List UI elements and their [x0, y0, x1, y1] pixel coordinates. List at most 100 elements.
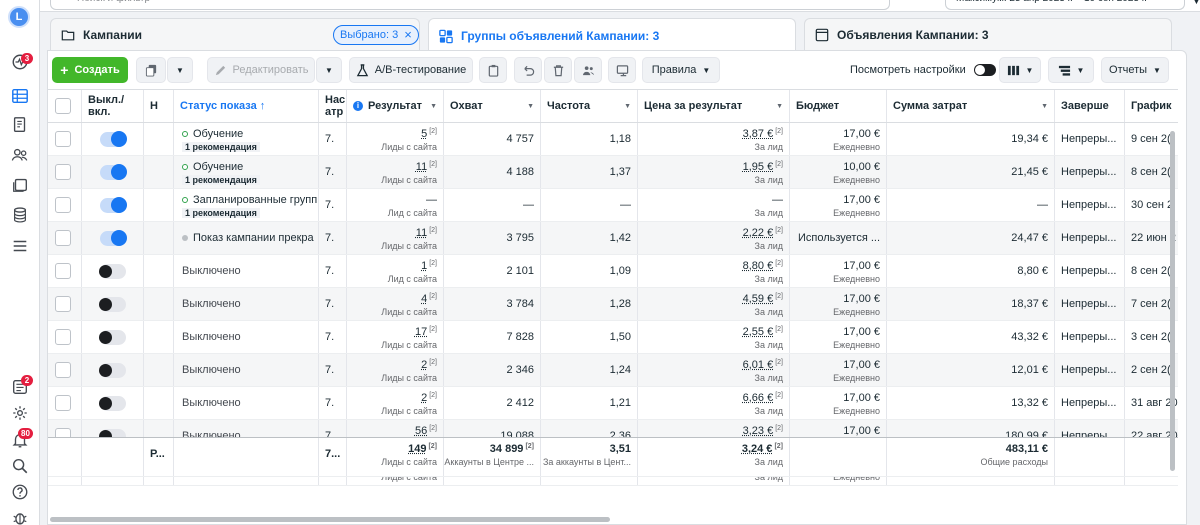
cost-per-result[interactable]: 4,59 € [2] — [743, 293, 783, 305]
columns-button[interactable]: ▼ — [999, 57, 1041, 83]
column-header-attribution[interactable]: Нас атр — [319, 90, 347, 122]
result[interactable]: 11 [2] — [416, 227, 437, 239]
adset-toggle-switch[interactable] — [100, 197, 127, 213]
result[interactable]: 2 [2] — [421, 359, 437, 371]
table-row[interactable]: Запланированные групп 1 рекомендация 7. — Ли… — [48, 189, 1178, 222]
recommendation-badge[interactable]: 1 рекомендация — [182, 142, 260, 152]
column-header-schedule[interactable]: График — [1125, 90, 1178, 122]
table-row[interactable]: Выключено 7. 17 [2] Лиды с сайта 7 828 1,50 2,5… — [48, 321, 1178, 354]
row-checkbox[interactable] — [55, 263, 71, 279]
edit-button[interactable]: Редактировать — [207, 57, 315, 83]
table-row[interactable]: Выключено 7. 1 [2] Лид с сайта 2 101 1,09 8,80 … — [48, 255, 1178, 288]
rules-dropdown[interactable]: Правила ▼ — [642, 57, 720, 83]
edit-dropdown[interactable]: ▼ — [316, 57, 342, 83]
close-icon[interactable]: × — [404, 28, 412, 41]
selected-filter-chip[interactable]: Выбрано: 3 × — [333, 25, 419, 45]
column-header-budget[interactable]: Бюджет — [790, 90, 887, 122]
table-row[interactable]: Обучение 1 рекомендация 7. 5 [2] Лиды с сайта… — [48, 123, 1178, 156]
vertical-scrollbar[interactable] — [1170, 131, 1175, 471]
row-checkbox[interactable] — [55, 296, 71, 312]
view-settings-switch[interactable] — [973, 64, 996, 76]
search-input[interactable]: Поиск и фильтр — [50, 0, 890, 10]
result[interactable]: 2 [2] — [421, 392, 437, 404]
column-header-name[interactable]: Н — [144, 90, 174, 122]
ab-test-button[interactable]: A/B-тестирование — [349, 57, 473, 83]
cost-per-result[interactable]: 1,95 € [2] — [743, 161, 783, 173]
budget-value[interactable]: 17,00 € — [843, 392, 880, 404]
horizontal-scrollbar[interactable] — [50, 517, 610, 522]
budget-value[interactable]: 17,00 € — [843, 194, 880, 206]
bug-report-icon[interactable] — [10, 508, 30, 525]
catalog-icon[interactable] — [10, 175, 30, 195]
column-header-cost-per-result[interactable]: Цена за результат ▼ — [638, 90, 790, 122]
result[interactable]: 5[2] — [421, 128, 437, 140]
create-button[interactable]: + Создать — [52, 57, 128, 83]
reports-dropdown[interactable]: Отчеты ▼ — [1101, 57, 1169, 83]
budget-value[interactable]: 17,00 € — [843, 425, 880, 437]
column-header-reach[interactable]: Охват ▼ — [444, 90, 541, 122]
date-range-picker[interactable]: Максимум: 25 апр 2023 г. – 10 сен 2023 г… — [945, 0, 1185, 10]
row-checkbox[interactable] — [55, 164, 71, 180]
clipboard-button[interactable] — [479, 57, 507, 83]
date-range-chevron-icon[interactable]: ▼ — [1192, 0, 1200, 6]
preview-button[interactable] — [608, 57, 636, 83]
breakdown-button[interactable]: ▼ — [1048, 57, 1094, 83]
budget-value[interactable]: 17,00 € — [843, 293, 880, 305]
delete-button[interactable] — [544, 57, 572, 83]
budget-value[interactable]: 10,00 € — [843, 161, 880, 173]
row-checkbox[interactable] — [55, 395, 71, 411]
audience-button[interactable] — [574, 57, 602, 83]
adset-toggle-switch[interactable] — [100, 164, 127, 180]
table-row[interactable]: Показ кампании прекра 7. 11 [2] Лиды с сайта… — [48, 222, 1178, 255]
row-checkbox[interactable] — [55, 362, 71, 378]
column-header-status[interactable]: Статус показа ↑ — [174, 90, 319, 122]
tab-adsets[interactable]: Группы объявлений Кампании: 3 — [428, 18, 796, 52]
column-header-spend[interactable]: Сумма затрат ▼ — [887, 90, 1055, 122]
cost-per-result[interactable]: 6,01 € [2] — [743, 359, 783, 371]
audience-icon[interactable] — [10, 145, 30, 165]
cost-per-result[interactable]: 8,80 € [2] — [743, 260, 783, 272]
row-checkbox[interactable] — [55, 230, 71, 246]
settings-gear-icon[interactable] — [10, 403, 30, 423]
view-settings-toggle[interactable]: Посмотреть настройки — [850, 57, 996, 83]
result[interactable]: 4 [2] — [421, 293, 437, 305]
adset-toggle-switch[interactable] — [99, 363, 126, 378]
tab-ads[interactable]: Объявления Кампании: 3 — [804, 18, 1172, 50]
help-icon[interactable] — [10, 482, 30, 502]
avatar[interactable]: L — [8, 6, 30, 28]
duplicate-dropdown[interactable]: ▼ — [167, 57, 193, 83]
recommendation-badge[interactable]: 1 рекомендация — [182, 208, 260, 218]
cost-per-result[interactable]: 2,55 € [2] — [743, 326, 783, 338]
budget-value[interactable]: 17,00 € — [843, 128, 880, 140]
menu-icon[interactable] — [10, 236, 30, 256]
adset-toggle-switch[interactable] — [99, 297, 126, 312]
column-header-end[interactable]: Заверше — [1055, 90, 1125, 122]
tab-campaigns[interactable]: Кампании Выбрано: 3 × — [50, 18, 420, 50]
adset-toggle-switch[interactable] — [99, 264, 126, 279]
duplicate-button[interactable] — [136, 57, 166, 83]
table-view-icon[interactable] — [10, 86, 30, 106]
adset-toggle-switch[interactable] — [100, 230, 127, 246]
cost-per-result[interactable]: 3,23 € [2] — [743, 425, 783, 437]
row-checkbox[interactable] — [55, 131, 71, 147]
cost-per-result[interactable]: 2,22 € [2] — [743, 227, 783, 239]
adset-toggle-switch[interactable] — [99, 396, 126, 411]
row-checkbox[interactable] — [55, 197, 71, 213]
adset-toggle-switch[interactable] — [100, 131, 127, 147]
cost-per-result[interactable]: 6,66 € [2] — [743, 392, 783, 404]
adset-toggle-switch[interactable] — [99, 330, 126, 345]
cost-per-result[interactable]: 3,87 € [2] — [743, 128, 783, 140]
table-row[interactable]: Выключено 7. 2 [2] Лиды с сайта 2 346 1,24 6,01… — [48, 354, 1178, 387]
budget-value[interactable]: 17,00 € — [843, 260, 880, 272]
result[interactable]: 56 [2] — [415, 425, 437, 437]
table-row[interactable]: Выключено 7. 4 [2] Лиды с сайта 3 784 1,28 4,59… — [48, 288, 1178, 321]
database-icon[interactable] — [10, 205, 30, 225]
row-checkbox[interactable] — [55, 329, 71, 345]
column-header-frequency[interactable]: Частота ▼ — [541, 90, 638, 122]
pages-icon[interactable] — [10, 115, 30, 135]
budget-value[interactable]: 17,00 € — [843, 326, 880, 338]
table-row[interactable]: Обучение 1 рекомендация 7. 11 [2] Лиды с сайт… — [48, 156, 1178, 189]
result[interactable]: 17 [2] — [415, 326, 437, 338]
search-icon[interactable] — [10, 456, 30, 476]
select-all-checkbox[interactable] — [55, 98, 71, 114]
